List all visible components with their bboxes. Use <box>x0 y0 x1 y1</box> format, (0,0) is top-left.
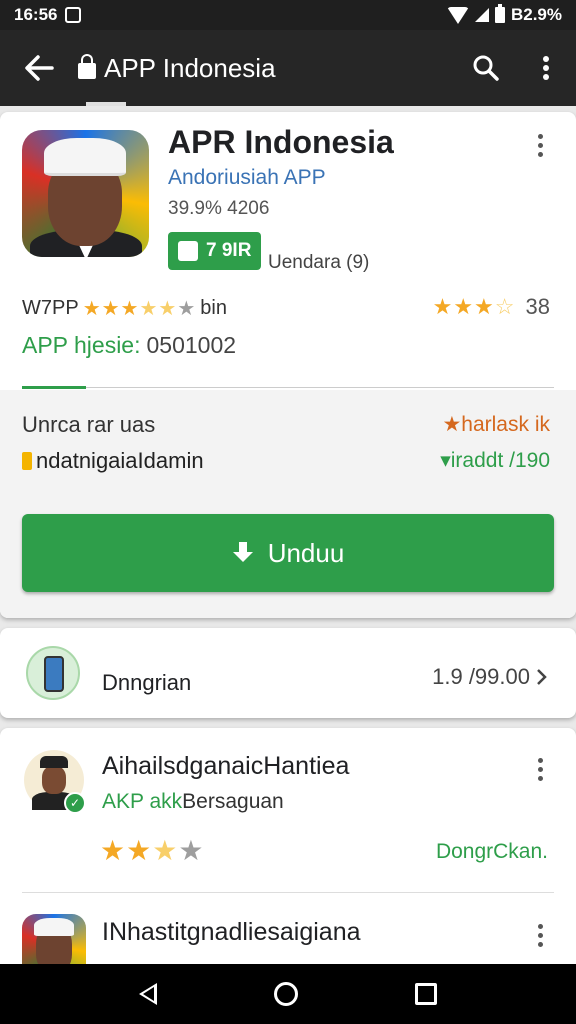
row-avatar <box>26 646 80 700</box>
overflow-menu-button[interactable] <box>516 30 576 106</box>
chevron-right-icon <box>537 669 547 685</box>
stats-left-label: W7PP <box>22 297 79 319</box>
install-button-label: Unduu <box>267 537 345 568</box>
list-row-card[interactable]: Dnngrian 1.9 /99.00 <box>0 628 576 718</box>
info-line-1: Unrca rar uas <box>22 412 156 437</box>
phone-icon <box>44 656 64 692</box>
avatar-cap <box>34 918 74 936</box>
app-more-button[interactable] <box>530 134 550 157</box>
dot-icon <box>537 152 543 157</box>
divider <box>22 387 554 388</box>
signal-icon <box>474 8 489 22</box>
system-nav-bar <box>0 964 576 1024</box>
app-icon-cap <box>44 138 126 176</box>
review-action-link[interactable]: DongrCkan. <box>436 840 548 864</box>
badge-aside-text: Uendara (9) <box>268 252 370 273</box>
second-item-title: INhastitgnadliesaigiana <box>102 918 361 946</box>
review-star-rating: ★★★★ <box>100 835 205 866</box>
nav-home-icon[interactable] <box>273 982 298 1006</box>
badge-icon <box>178 241 198 261</box>
review-count: 38 <box>525 294 550 319</box>
dot-icon <box>537 942 543 947</box>
review-subtitle: AKP akkBersaguan <box>102 790 284 814</box>
app-size-line: APP hjesie: 0501002 <box>22 332 236 359</box>
badge-label: 7 9IR <box>206 240 252 261</box>
info-line-2: ndatnigaiaIdamin <box>22 448 204 474</box>
stats-left-suffix: bin <box>200 297 227 319</box>
row-value: 1.9 /99.00 <box>432 664 548 690</box>
dot-icon <box>537 767 543 772</box>
review-title: AihailsdganaicHantiea <box>102 752 350 780</box>
search-icon <box>473 55 499 81</box>
status-bar: 16:56 B2.9% <box>0 0 576 30</box>
review-subtitle-rest: Bersaguan <box>182 790 284 813</box>
divider <box>22 892 554 893</box>
app-meta: 39.9% 4206 <box>168 198 270 219</box>
status-time: 16:56 <box>14 5 58 24</box>
tab-indicator <box>86 102 126 106</box>
nav-back-icon[interactable] <box>138 983 157 1005</box>
nav-recents-icon[interactable] <box>415 983 438 1005</box>
review-more-button[interactable] <box>530 758 550 781</box>
search-button[interactable] <box>456 30 516 106</box>
top-app-bar: APP Indonesia <box>0 30 576 106</box>
avatar-hat <box>40 756 68 768</box>
lock-icon <box>78 54 96 79</box>
dot-icon <box>537 924 543 929</box>
dot-icon <box>537 933 543 938</box>
avatar-face <box>42 766 66 794</box>
tag-icon <box>22 452 32 470</box>
row-label: Dnngrian <box>102 670 192 695</box>
dot-icon <box>537 776 543 781</box>
star-rating-left: ★★★★★★ <box>82 298 197 320</box>
battery-icon <box>494 4 505 23</box>
info-line-1-right[interactable]: ★harlask ik <box>442 412 550 437</box>
size-value: 0501002 <box>146 332 237 358</box>
reviews-card: ✓ AihailsdganaicHantiea AKP akkBersaguan… <box>0 728 576 978</box>
app-name: APR Indonesia <box>168 124 394 160</box>
page-title: APP Indonesia <box>104 52 276 83</box>
developer-link[interactable]: Andoriusiah APP <box>168 166 326 190</box>
verified-check-icon: ✓ <box>64 792 86 814</box>
notification-icon <box>65 7 82 23</box>
content-badge: 7 9IR <box>168 232 262 270</box>
second-item-more-button[interactable] <box>530 924 550 947</box>
review-subtitle-green: AKP akk <box>102 790 183 813</box>
wifi-icon <box>446 6 469 24</box>
status-indicators: B2.9% <box>446 4 562 25</box>
rating-summary-left: W7PP ★★★★★★ bin <box>22 296 227 321</box>
row-value-text: 1.9 /99.00 <box>432 664 530 689</box>
info-line-2-right[interactable]: ▾iraddt /190 <box>440 448 550 473</box>
star-rating-right: ★★★☆ <box>432 294 516 319</box>
app-detail-card: APR Indonesia Andoriusiah APP 39.9% 4206… <box>0 112 576 618</box>
size-label: APP hjesie: <box>22 332 141 358</box>
battery-level: B2.9% <box>510 5 562 24</box>
info-line-2-text: ndatnigaiaIdamin <box>36 448 204 473</box>
back-button[interactable] <box>0 30 78 106</box>
dot-icon <box>537 134 543 139</box>
install-button[interactable]: Unduu <box>22 514 554 592</box>
arrow-back-icon <box>25 55 54 81</box>
dot-icon <box>537 758 543 763</box>
app-icon[interactable] <box>22 130 149 257</box>
more-vert-icon <box>543 56 549 80</box>
download-icon <box>232 542 254 564</box>
dot-icon <box>537 143 543 148</box>
active-tab-indicator <box>22 386 86 389</box>
rating-summary-right: ★★★☆ 38 <box>433 294 550 320</box>
